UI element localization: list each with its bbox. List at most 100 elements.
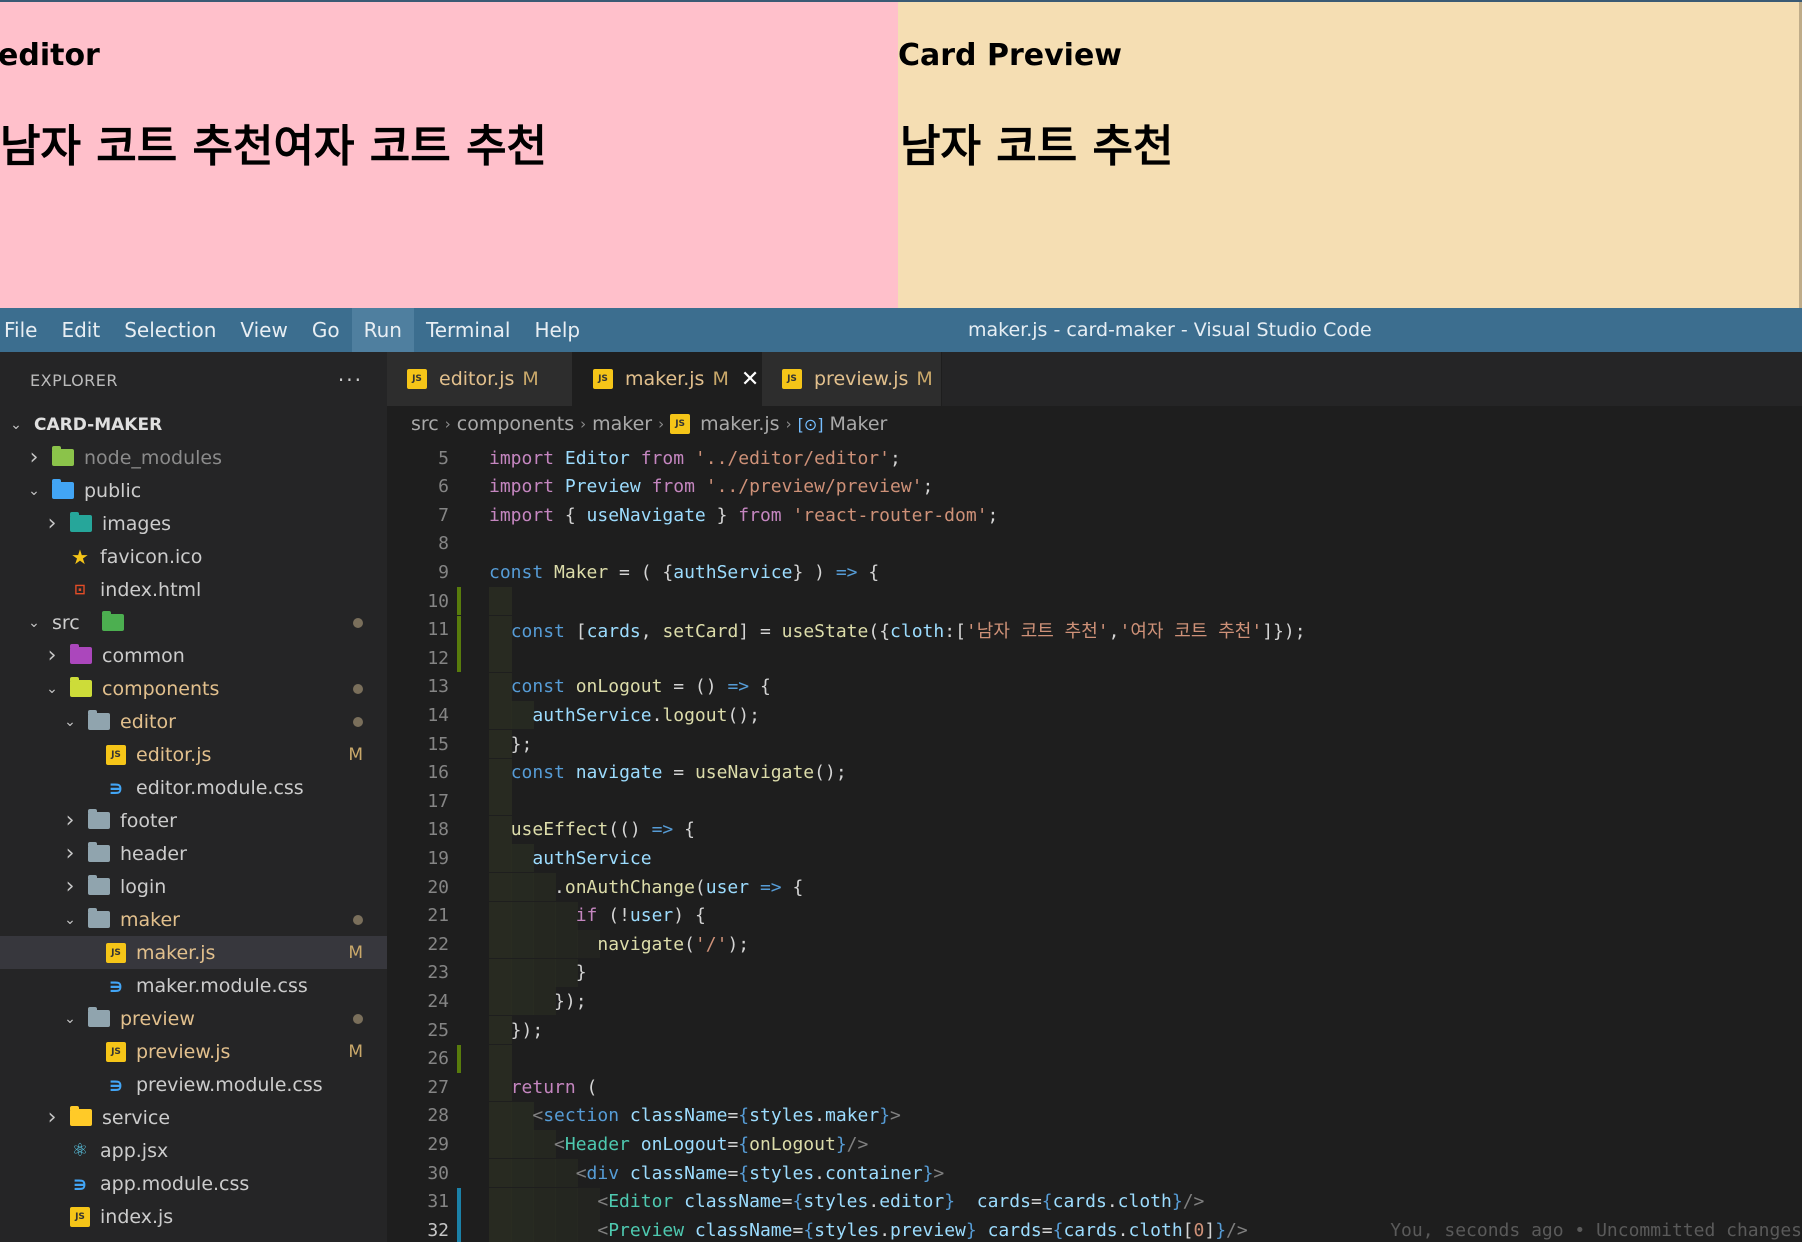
- menu-selection[interactable]: Selection: [112, 308, 228, 352]
- tree-item-editor[interactable]: ⌄ editor: [0, 705, 387, 738]
- tree-item-preview-module-css[interactable]: ∍ preview.module.css: [0, 1068, 387, 1101]
- tree-item-service[interactable]: › service: [0, 1101, 387, 1134]
- code-text: import { useNavigate } from 'react-route…: [489, 505, 998, 526]
- code-token: {: [738, 1162, 750, 1184]
- tab-editor-js[interactable]: JS editor.js M: [387, 352, 573, 406]
- code-token: ;: [889, 447, 901, 469]
- tree-item-app-jsx[interactable]: ⚛ app.jsx: [0, 1134, 387, 1167]
- modified-dot: [353, 683, 363, 694]
- tree-item-label: header: [120, 842, 187, 865]
- tree-item-label: node_modules: [84, 446, 223, 469]
- tree-item-editor-module-css[interactable]: ∍ editor.module.css: [0, 771, 387, 804]
- menu-terminal[interactable]: Terminal: [414, 308, 523, 352]
- code-token: cards: [987, 1219, 1042, 1241]
- code-token: .: [1106, 1191, 1118, 1213]
- code-token: navigate: [575, 762, 663, 784]
- code-token: .: [489, 876, 565, 898]
- code-token: container: [825, 1162, 923, 1184]
- tree-item-maker-js[interactable]: JS maker.js M: [0, 936, 387, 969]
- code-token: }: [835, 1133, 847, 1155]
- folder-icon: [70, 677, 92, 697]
- tree-item-src[interactable]: ⌄ src: [0, 606, 387, 639]
- code-line: 16 const navigate = useNavigate();: [387, 758, 1802, 787]
- code-token: '남자 코트 추천': [965, 620, 1109, 642]
- tree-item-index-html[interactable]: ⊡ index.html: [0, 573, 387, 606]
- code-token: };: [489, 733, 533, 755]
- window-title: maker.js - card-maker - Visual Studio Co…: [968, 319, 1372, 341]
- tree-root[interactable]: ⌄ CARD-MAKER: [0, 408, 387, 441]
- breadcrumb-src[interactable]: src: [411, 413, 439, 435]
- menu-go[interactable]: Go: [300, 308, 352, 352]
- tree-item-label: index.html: [100, 578, 202, 601]
- code-token: onLogout: [749, 1133, 836, 1155]
- tab-preview-js[interactable]: JS preview.js M: [762, 352, 942, 406]
- tree-item-maker[interactable]: ⌄ maker: [0, 903, 387, 936]
- tree-item-app-module-css[interactable]: ∍ app.module.css: [0, 1167, 387, 1200]
- code-line: 24 });: [387, 987, 1802, 1016]
- code-token: ((): [608, 819, 652, 841]
- symbol-icon: [⊙]: [797, 414, 824, 434]
- more-actions-icon[interactable]: ···: [338, 368, 363, 392]
- modified-badge: M: [348, 744, 363, 765]
- code-token: =: [1030, 1191, 1042, 1213]
- menu-help[interactable]: Help: [522, 308, 592, 352]
- code-token: .: [868, 1191, 880, 1213]
- tree-item-favicon-ico[interactable]: ★ favicon.ico: [0, 540, 387, 573]
- tree-item-editor-js[interactable]: JS editor.js M: [0, 738, 387, 771]
- line-number: 31: [427, 1191, 449, 1213]
- tree-item-components[interactable]: ⌄ components: [0, 672, 387, 705]
- menu-view[interactable]: View: [228, 308, 299, 352]
- menu-edit[interactable]: Edit: [49, 308, 112, 352]
- tree-item-images[interactable]: › images: [0, 507, 387, 540]
- code-token: const: [510, 620, 576, 642]
- git-added-marker: [457, 644, 461, 673]
- code-token: '../preview/preview': [705, 476, 923, 498]
- line-number: 23: [427, 962, 449, 984]
- tree-item-index-js[interactable]: JS index.js: [0, 1200, 387, 1233]
- code-line: 10: [387, 587, 1802, 615]
- code-token: maker: [825, 1105, 880, 1127]
- menu-file[interactable]: File: [0, 308, 49, 352]
- code-line: 23 }: [387, 958, 1802, 987]
- code-line: 13 const onLogout = () => {: [387, 672, 1802, 701]
- code-token: }: [1215, 1219, 1227, 1241]
- close-icon[interactable]: ✕: [741, 367, 759, 392]
- tree-item-common[interactable]: › common: [0, 639, 387, 672]
- line-number: 20: [427, 876, 449, 898]
- tree-item-footer[interactable]: › footer: [0, 804, 387, 837]
- line-number: 24: [427, 990, 449, 1012]
- menu-run[interactable]: Run: [351, 308, 414, 352]
- code-line: 7 import { useNavigate } from 'react-rout…: [387, 501, 1802, 529]
- code-token: .: [651, 704, 663, 726]
- line-number: 22: [427, 933, 449, 955]
- tree-item-preview-js[interactable]: JS preview.js M: [0, 1035, 387, 1068]
- chevron-down-icon: ⌄: [64, 1010, 76, 1027]
- code-line: 8: [387, 530, 1802, 558]
- code-token: ]});: [1262, 620, 1306, 642]
- code-line: 22 navigate('/');: [387, 930, 1802, 959]
- breadcrumb-components[interactable]: components: [457, 413, 574, 435]
- breadcrumb-maker-js[interactable]: maker.js: [700, 413, 779, 435]
- tree-item-public[interactable]: ⌄ public: [0, 474, 387, 507]
- tab-maker-js[interactable]: JS maker.js M ✕: [573, 352, 762, 406]
- code-token: cards: [586, 620, 641, 642]
- code-token: if: [575, 905, 598, 927]
- line-number: 5: [438, 447, 449, 469]
- breadcrumb-symbol[interactable]: Maker: [829, 413, 887, 435]
- tree-item-login[interactable]: › login: [0, 870, 387, 903]
- code-token: authService: [532, 704, 652, 726]
- tree-item-node-modules[interactable]: › node_modules: [0, 441, 387, 474]
- code-token: authService: [673, 561, 793, 583]
- tree-item-header[interactable]: › header: [0, 837, 387, 870]
- code-token: div: [586, 1162, 630, 1184]
- tree-item-maker-module-css[interactable]: ∍ maker.module.css: [0, 969, 387, 1002]
- tree-item-preview[interactable]: ⌄ preview: [0, 1002, 387, 1035]
- modified-badge: M: [348, 942, 363, 963]
- code-token: {: [803, 1219, 815, 1241]
- breadcrumb-maker[interactable]: maker: [592, 413, 652, 435]
- code-token: 0: [1193, 1219, 1205, 1241]
- code-token: '../editor/editor': [694, 447, 890, 469]
